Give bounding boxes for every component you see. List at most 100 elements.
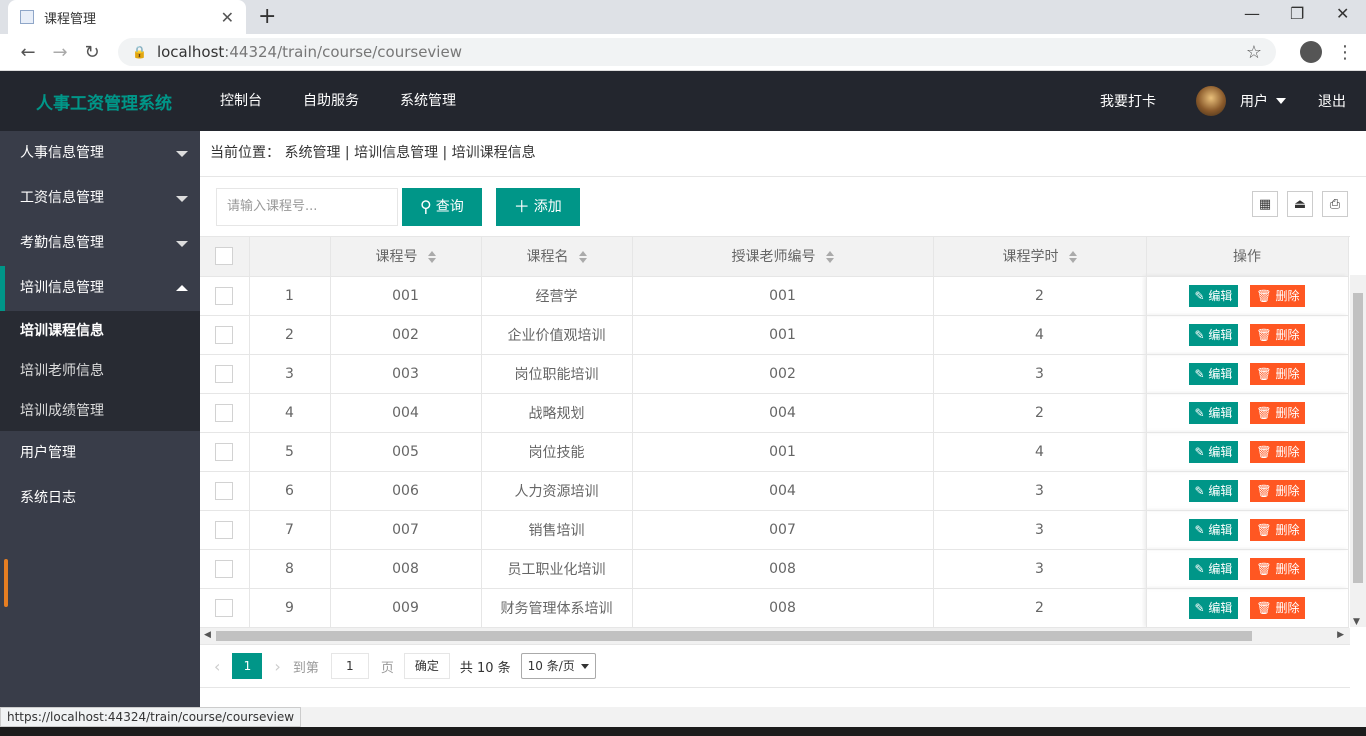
edit-button[interactable]: ✎ 编辑 <box>1188 518 1239 541</box>
table-row[interactable]: 8 008 员工职业化培训 008 3 ✎ 编辑 🗑 删除 <box>200 549 1349 589</box>
delete-button[interactable]: 🗑 删除 <box>1250 284 1306 307</box>
delete-button[interactable]: 🗑 删除 <box>1250 440 1306 463</box>
hours-cell: 4 <box>933 432 1147 472</box>
scroll-thumb[interactable] <box>216 631 1252 641</box>
forward-icon[interactable]: → <box>44 42 76 63</box>
table-row[interactable]: 6 006 人力资源培训 004 3 ✎ 编辑 🗑 删除 <box>200 471 1349 511</box>
window-close-icon[interactable]: ✕ <box>1336 4 1349 23</box>
search-input[interactable]: 请输入课程号... <box>216 188 398 226</box>
hours-cell: 2 <box>933 276 1147 316</box>
confirm-page-button[interactable]: 确定 <box>403 653 450 679</box>
next-page-icon[interactable]: › <box>274 657 280 676</box>
menu-dots-icon[interactable]: ⋮ <box>1336 42 1354 63</box>
reload-icon[interactable]: ↻ <box>76 42 108 63</box>
table-row[interactable]: 5 005 岗位技能 001 4 ✎ 编辑 🗑 删除 <box>200 432 1349 472</box>
row-checkbox[interactable] <box>215 403 234 422</box>
print-icon[interactable]: ⎙ <box>1322 191 1348 217</box>
delete-button[interactable]: 🗑 删除 <box>1250 323 1306 346</box>
sidebar-item-teacher-info[interactable]: 培训老师信息 <box>0 351 200 391</box>
new-tab-button[interactable]: + <box>258 4 276 29</box>
row-checkbox[interactable] <box>215 325 234 344</box>
row-checkbox[interactable] <box>215 520 234 539</box>
column-header-teacher-id[interactable]: 授课老师编号 <box>632 237 934 277</box>
columns-icon[interactable]: ▦ <box>1252 191 1278 217</box>
edit-button[interactable]: ✎ 编辑 <box>1188 596 1239 619</box>
teacher-id-cell: 007 <box>632 510 934 550</box>
chevron-down-icon[interactable] <box>1276 98 1286 104</box>
query-button[interactable]: ⚲ 查询 <box>402 188 482 226</box>
vertical-scrollbar[interactable]: ▼ <box>1350 275 1366 627</box>
nav-system-management[interactable]: 系统管理 <box>400 71 456 131</box>
delete-button[interactable]: 🗑 删除 <box>1250 596 1306 619</box>
export-icon[interactable]: ⏏ <box>1287 191 1313 217</box>
restore-icon[interactable]: ❐ <box>1290 4 1304 23</box>
select-all-checkbox[interactable] <box>215 247 234 266</box>
edit-button[interactable]: ✎ 编辑 <box>1188 557 1239 580</box>
bookmark-star-icon[interactable]: ☆ <box>1246 42 1262 63</box>
sidebar-item-users[interactable]: 用户管理 <box>0 431 200 476</box>
table-row[interactable]: 3 003 岗位职能培训 002 3 ✎ 编辑 🗑 删除 <box>200 354 1349 394</box>
nav-dashboard[interactable]: 控制台 <box>220 71 262 131</box>
back-icon[interactable]: ← <box>12 42 44 63</box>
table-row[interactable]: 1 001 经营学 001 2 ✎ 编辑 🗑 删除 <box>200 276 1349 316</box>
edit-button[interactable]: ✎ 编辑 <box>1188 323 1239 346</box>
row-checkbox[interactable] <box>215 364 234 383</box>
horizontal-scrollbar[interactable]: ◀ ▶ <box>200 628 1350 644</box>
edit-button[interactable]: ✎ 编辑 <box>1188 362 1239 385</box>
row-checkbox[interactable] <box>215 286 234 305</box>
scroll-left-icon[interactable]: ◀ <box>204 630 211 640</box>
minimize-icon[interactable]: — <box>1244 4 1260 23</box>
sidebar-item-attendance[interactable]: 考勤信息管理 <box>0 221 200 266</box>
delete-button[interactable]: 🗑 删除 <box>1250 518 1306 541</box>
row-checkbox[interactable] <box>215 481 234 500</box>
sidebar-item-training[interactable]: 培训信息管理 <box>0 266 200 311</box>
account-icon[interactable] <box>1300 41 1322 63</box>
sort-icon[interactable] <box>427 251 436 264</box>
row-checkbox[interactable] <box>215 598 234 617</box>
clock-in-link[interactable]: 我要打卡 <box>1100 91 1156 111</box>
column-header-course-name[interactable]: 课程名 <box>481 237 633 277</box>
scroll-thumb[interactable] <box>1353 293 1363 583</box>
sort-icon[interactable] <box>825 251 834 264</box>
row-checkbox[interactable] <box>215 442 234 461</box>
table-row[interactable]: 4 004 战略规划 004 2 ✎ 编辑 🗑 删除 <box>200 393 1349 433</box>
close-icon[interactable]: ✕ <box>221 8 234 27</box>
table-row[interactable]: 2 002 企业价值观培训 001 4 ✎ 编辑 🗑 删除 <box>200 315 1349 355</box>
delete-button[interactable]: 🗑 删除 <box>1250 362 1306 385</box>
delete-button[interactable]: 🗑 删除 <box>1250 557 1306 580</box>
avatar[interactable] <box>1196 86 1226 116</box>
edit-button[interactable]: ✎ 编辑 <box>1188 401 1239 424</box>
edit-button[interactable]: ✎ 编辑 <box>1188 479 1239 502</box>
user-menu[interactable]: 用户 <box>1240 91 1268 111</box>
url-input[interactable]: 🔒 localhost:44324/train/course/coursevie… <box>118 38 1276 66</box>
scroll-down-icon[interactable]: ▼ <box>1353 617 1360 627</box>
delete-button[interactable]: 🗑 删除 <box>1250 401 1306 424</box>
edit-button[interactable]: ✎ 编辑 <box>1188 440 1239 463</box>
sidebar-item-hr[interactable]: 人事信息管理 <box>0 131 200 176</box>
row-checkbox[interactable] <box>215 559 234 578</box>
sort-icon[interactable] <box>578 251 587 264</box>
column-header-course-id[interactable]: 课程号 <box>330 237 482 277</box>
nav-self-service[interactable]: 自助服务 <box>303 71 359 131</box>
table-row[interactable]: 9 009 财务管理体系培训 008 2 ✎ 编辑 🗑 删除 <box>200 588 1349 628</box>
sidebar-item-system-log[interactable]: 系统日志 <box>0 476 200 521</box>
column-header-hours[interactable]: 课程学时 <box>933 237 1147 277</box>
edit-button[interactable]: ✎ 编辑 <box>1188 284 1239 307</box>
page-size-select[interactable]: 10 条/页 <box>520 653 596 679</box>
prev-page-icon[interactable]: ‹ <box>214 657 220 676</box>
trash-icon: 🗑 <box>1256 327 1276 342</box>
logout-link[interactable]: 退出 <box>1318 91 1346 111</box>
page-number-input[interactable]: 1 <box>330 653 369 679</box>
sidebar-scrollbar[interactable] <box>4 559 8 607</box>
delete-button[interactable]: 🗑 删除 <box>1250 479 1306 502</box>
table-row[interactable]: 7 007 销售培训 007 3 ✎ 编辑 🗑 删除 <box>200 510 1349 550</box>
browser-tab[interactable]: 课程管理 ✕ <box>8 0 246 34</box>
sidebar-item-course-info[interactable]: 培训课程信息 <box>0 311 200 351</box>
sort-icon[interactable] <box>1068 251 1077 264</box>
current-page[interactable]: 1 <box>232 653 263 679</box>
add-button[interactable]: ＋添加 <box>495 188 580 226</box>
sidebar-item-score-management[interactable]: 培训成绩管理 <box>0 391 200 431</box>
sidebar-item-salary[interactable]: 工资信息管理 <box>0 176 200 221</box>
browser-tabbar: 课程管理 ✕ + — ❐ ✕ <box>0 0 1366 34</box>
scroll-right-icon[interactable]: ▶ <box>1337 630 1344 640</box>
